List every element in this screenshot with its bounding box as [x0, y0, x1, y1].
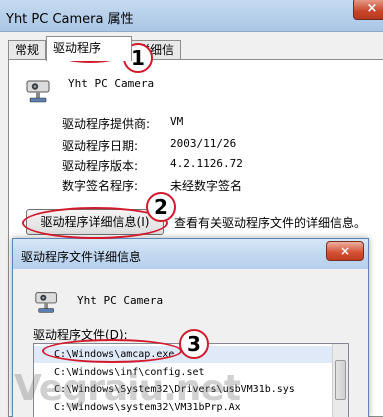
driver-files-label: 驱动程序文件(D): — [33, 328, 128, 342]
date-label: 驱动程序日期: — [62, 139, 139, 153]
tab-driver[interactable]: 驱动程序 — [46, 36, 132, 61]
annotation-number-3: 3 — [179, 329, 209, 359]
close-button[interactable]: × — [353, 0, 383, 20]
window-titlebar: Yht PC Camera 属性 × — [0, 0, 383, 32]
file-list-scrollbar[interactable] — [332, 344, 348, 417]
tab-strip: 常规 驱动程序 详细信息 — [0, 36, 383, 76]
dialog-titlebar: 驱动程序文件详细信息 × — [13, 239, 368, 269]
watermark: Vegraiu.net — [14, 368, 241, 409]
signer-label: 数字签名程序: — [62, 179, 139, 193]
driver-details-button[interactable]: 驱动程序详细信息(I) — [26, 209, 164, 235]
annotation-number-2: 2 — [146, 192, 176, 222]
provider-label: 驱动程序提供商: — [62, 117, 151, 131]
dialog-device-name: Yht PC Camera — [77, 294, 164, 307]
scrollbar-thumb[interactable] — [335, 360, 346, 400]
signer-value: 未经数字签名 — [170, 179, 243, 193]
webcam-icon — [26, 80, 50, 103]
version-value: 4.2.1126.72 — [170, 157, 243, 170]
version-label: 驱动程序版本: — [62, 159, 139, 173]
dialog-title: 驱动程序文件详细信息 — [21, 250, 142, 264]
driver-details-description: 查看有关驱动程序文件的详细信息。 — [174, 216, 367, 230]
tab-general[interactable]: 常规 — [8, 40, 47, 60]
provider-value: VM — [170, 115, 184, 128]
window-title: Yht PC Camera 属性 — [6, 12, 134, 27]
date-value: 2003/11/26 — [170, 137, 237, 150]
dialog-close-button[interactable]: × — [326, 241, 364, 261]
device-name: Yht PC Camera — [68, 77, 155, 90]
webcam-icon — [35, 292, 57, 313]
